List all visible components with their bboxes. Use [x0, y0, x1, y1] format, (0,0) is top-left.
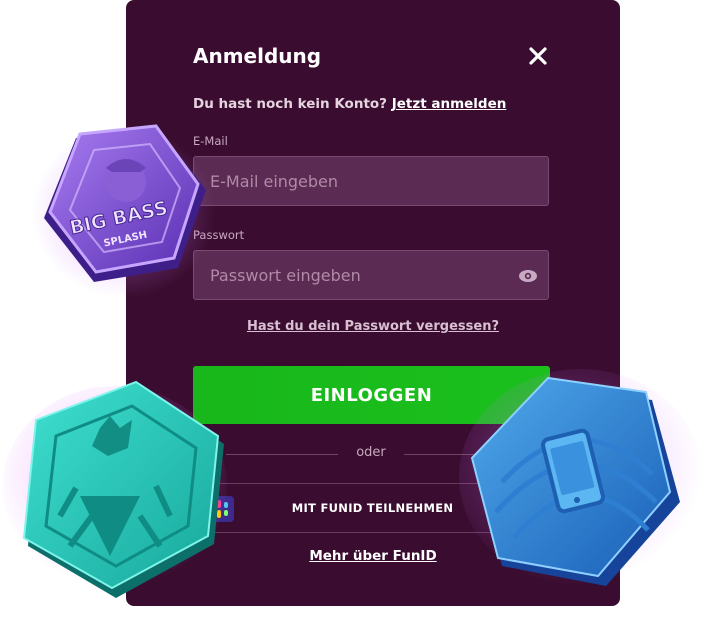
eye-icon[interactable] [518, 268, 538, 284]
password-field[interactable] [193, 250, 549, 300]
modal-title: Anmeldung [193, 44, 322, 68]
signup-prompt-text: Du hast noch kein Konto? [193, 96, 388, 112]
teal-hexagon-badge [3, 380, 227, 598]
signup-prompt: Du hast noch kein Konto? Jetzt anmelden [193, 96, 506, 112]
signup-link[interactable]: Jetzt anmelden [392, 96, 507, 112]
close-icon[interactable] [524, 42, 552, 70]
phone-hexagon-badge [459, 369, 703, 586]
big-bass-splash-badge: BIG BASS SPLASH [31, 124, 215, 298]
email-field[interactable] [193, 156, 549, 206]
forgot-password-link[interactable]: Hast du dein Passwort vergessen? [126, 319, 620, 334]
